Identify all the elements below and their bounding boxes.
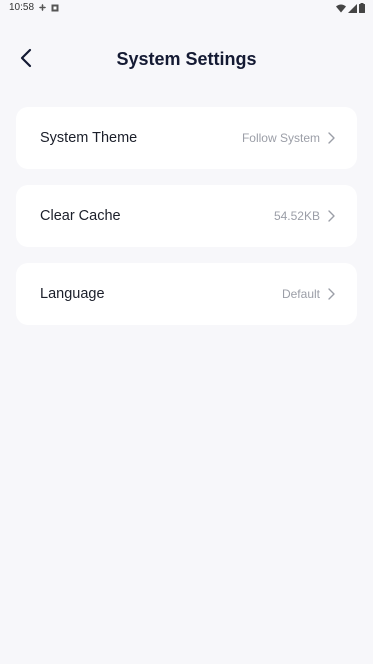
chevron-right-icon xyxy=(328,132,335,144)
chevron-right-icon xyxy=(328,210,335,222)
chevron-right-icon xyxy=(328,288,335,300)
setting-label: Language xyxy=(40,286,105,302)
setting-value: 54.52KB xyxy=(273,209,320,223)
status-time: 10:58 xyxy=(9,2,35,13)
setting-clear-cache[interactable]: Clear Cache 54.52KB xyxy=(16,185,357,247)
setting-system-theme[interactable]: System Theme Follow System xyxy=(16,107,357,169)
page-title: System Settings xyxy=(116,49,257,69)
setting-value: Follow System xyxy=(241,131,320,145)
signal-icon xyxy=(348,3,357,16)
setting-value: Default xyxy=(281,287,320,301)
status-right-icons xyxy=(336,3,365,16)
battery-icon xyxy=(359,3,365,16)
wifi-icon xyxy=(336,4,346,16)
status-bar: 10:58 xyxy=(0,0,373,16)
setting-language[interactable]: Language Default xyxy=(16,263,357,325)
setting-label: System Theme xyxy=(40,130,138,146)
top-app-bar: System Settings xyxy=(0,40,373,80)
notification-icon xyxy=(51,4,59,15)
setting-label: Clear Cache xyxy=(40,208,121,224)
status-left-icons xyxy=(38,3,59,15)
fan-icon xyxy=(38,3,47,15)
